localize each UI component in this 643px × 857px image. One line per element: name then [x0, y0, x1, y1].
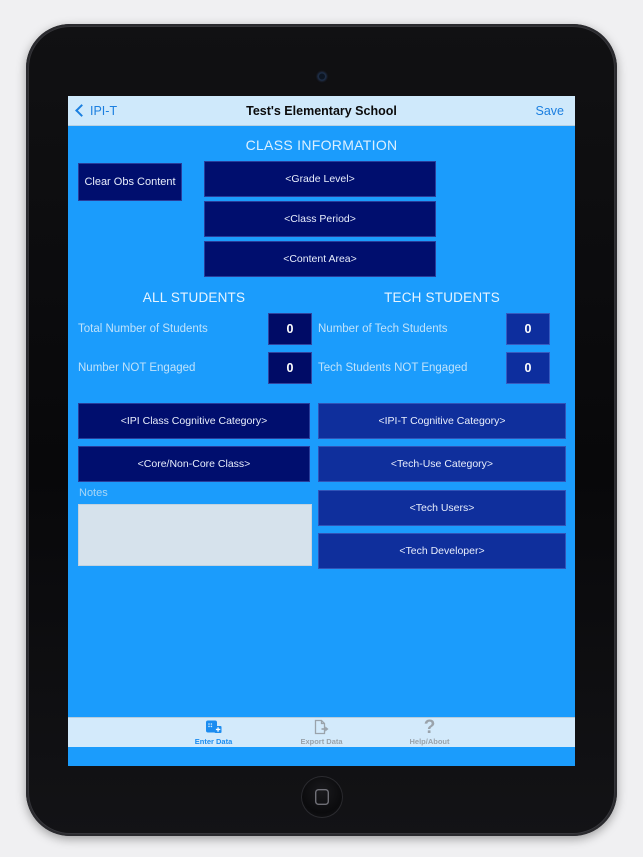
tech-developer-select[interactable]: <Tech Developer>: [318, 533, 566, 569]
clear-obs-content-button[interactable]: Clear Obs Content: [78, 163, 182, 201]
app-screen: IPI-T Test's Elementary School Save CLAS…: [68, 96, 575, 766]
notes-label: Notes: [79, 487, 108, 499]
tech-students-not-engaged-input[interactable]: 0: [506, 352, 550, 384]
grade-level-select[interactable]: <Grade Level>: [204, 161, 436, 197]
tech-use-category-select[interactable]: <Tech-Use Category>: [318, 446, 566, 482]
tab-bar: Enter Data Export Data ? Help/About: [68, 717, 575, 747]
save-button[interactable]: Save: [536, 104, 565, 118]
tab-help-about-label: Help/About: [409, 736, 450, 746]
ipad-device: IPI-T Test's Elementary School Save CLAS…: [26, 24, 617, 836]
core-non-core-class-select[interactable]: <Core/Non-Core Class>: [78, 446, 310, 482]
notes-input[interactable]: [78, 504, 312, 566]
tab-enter-data-label: Enter Data: [194, 736, 233, 746]
tab-help-about[interactable]: ? Help/About: [397, 716, 463, 746]
all-students-heading: ALL STUDENTS: [142, 290, 246, 305]
total-students-input[interactable]: 0: [268, 313, 312, 345]
question-mark-icon: ?: [423, 716, 436, 738]
tech-students-number-input[interactable]: 0: [506, 313, 550, 345]
ipit-cognitive-category-select[interactable]: <IPI-T Cognitive Category>: [318, 403, 566, 439]
back-button-label: IPI-T: [90, 104, 118, 118]
home-button[interactable]: [300, 776, 343, 818]
class-information-heading: CLASS INFORMATION: [245, 137, 398, 153]
tech-students-not-engaged-label: Tech Students NOT Engaged: [318, 362, 468, 374]
navigation-bar: IPI-T Test's Elementary School Save: [68, 96, 575, 126]
content-area-select[interactable]: <Content Area>: [204, 241, 436, 277]
tech-students-number-label: Number of Tech Students: [318, 323, 448, 335]
number-not-engaged-label: Number NOT Engaged: [78, 362, 196, 374]
page-title: Test's Elementary School: [246, 104, 397, 118]
ipi-class-cognitive-category-select[interactable]: <IPI Class Cognitive Category>: [78, 403, 310, 439]
tech-users-select[interactable]: <Tech Users>: [318, 490, 566, 526]
chevron-left-icon: [75, 104, 88, 117]
front-camera-icon: [317, 72, 326, 81]
form-content: CLASS INFORMATION Clear Obs Content <Gra…: [68, 137, 575, 747]
tab-export-data-label: Export Data: [300, 736, 343, 746]
total-students-label: Total Number of Students: [78, 323, 208, 335]
tab-enter-data[interactable]: Enter Data: [181, 719, 247, 746]
export-data-icon: [313, 719, 330, 736]
tab-export-data[interactable]: Export Data: [289, 719, 355, 746]
back-button[interactable]: IPI-T: [75, 104, 118, 118]
class-period-select[interactable]: <Class Period>: [204, 201, 436, 237]
number-not-engaged-input[interactable]: 0: [268, 352, 312, 384]
home-square-icon: [315, 789, 329, 805]
tech-students-heading: TECH STUDENTS: [384, 290, 500, 305]
enter-data-icon: [205, 719, 222, 736]
